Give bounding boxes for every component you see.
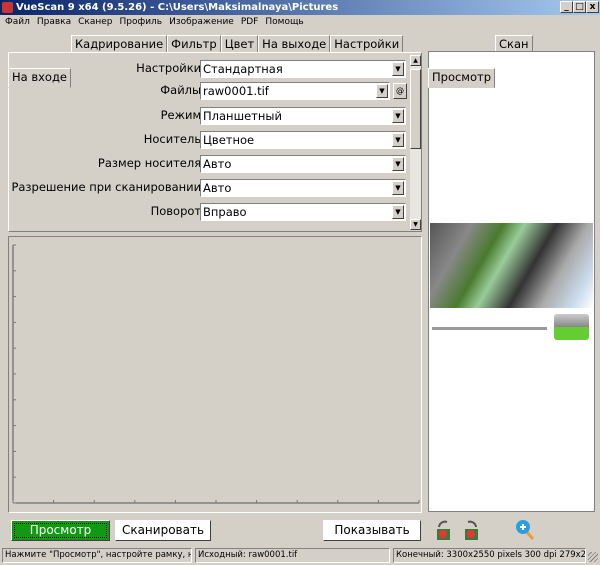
chevron-down-icon[interactable]: ▼ xyxy=(392,133,404,147)
scroll-down-icon[interactable]: ▼ xyxy=(410,219,421,230)
setting-row: Размер носителя: Авто ▼ xyxy=(9,155,414,173)
select-value: Стандартная xyxy=(203,62,283,76)
setting-label: Носитель: xyxy=(143,132,205,146)
settings-select[interactable]: Стандартная ▼ xyxy=(200,60,406,78)
select-value: Авто xyxy=(203,181,232,195)
chevron-down-icon[interactable]: ▼ xyxy=(392,181,404,195)
setting-row: Поворот: Вправо ▼ xyxy=(9,203,414,221)
vuescan-logo xyxy=(554,314,589,340)
settings-scrollbar[interactable]: ▲ ▼ xyxy=(410,55,421,230)
chevron-down-icon[interactable]: ▼ xyxy=(392,157,404,171)
zoom-in-icon[interactable] xyxy=(514,519,536,541)
status-hint: Нажмите "Просмотр", настройте рамку, наж… xyxy=(2,548,192,563)
rotate-right-icon[interactable] xyxy=(460,519,482,541)
scan-button[interactable]: Сканировать xyxy=(115,520,211,541)
select-value: Планшетный xyxy=(203,109,282,123)
preview-pane[interactable] xyxy=(428,51,595,512)
select-value: Вправо xyxy=(203,205,247,219)
status-output: Конечный: 3300x2550 pixels 300 dpi 279x2… xyxy=(393,548,586,563)
setting-label: Разрешение при сканировании: xyxy=(11,180,205,194)
status-source: Исходный: raw0001.tif xyxy=(195,548,390,563)
tab-output[interactable]: На выходе xyxy=(258,35,331,53)
resize-grip[interactable] xyxy=(588,552,598,562)
chevron-down-icon[interactable]: ▼ xyxy=(392,109,404,123)
scroll-up-icon[interactable]: ▲ xyxy=(410,55,421,66)
show-button[interactable]: Показывать xyxy=(323,520,421,541)
setting-row: Режим: Планшетный ▼ xyxy=(9,107,414,125)
menu-edit[interactable]: Правка xyxy=(37,15,71,29)
setting-row: Разрешение при сканировании: Авто ▼ xyxy=(9,179,414,197)
histogram-area xyxy=(8,236,422,513)
select-value: Цветное xyxy=(203,133,255,147)
menu-file[interactable]: Файл xyxy=(5,15,30,29)
files-select[interactable]: raw0001.tif ▼ xyxy=(200,82,390,100)
window-title: VueScan 9 x64 (9.5.26) - C:\Users\Maksim… xyxy=(16,2,339,13)
chevron-down-icon[interactable]: ▼ xyxy=(376,84,388,98)
tab-color[interactable]: Цвет xyxy=(220,35,259,53)
preview-button[interactable]: Просмотр xyxy=(11,520,110,541)
rotation-select[interactable]: Вправо ▼ xyxy=(200,203,406,221)
setting-label: Поворот: xyxy=(150,204,205,218)
menu-help[interactable]: Помощь xyxy=(265,15,303,29)
maximize-button[interactable]: □ xyxy=(573,1,586,13)
tab-filter[interactable]: Фильтр xyxy=(167,35,221,53)
mode-select[interactable]: Планшетный ▼ xyxy=(200,107,406,125)
tab-input[interactable]: На входе xyxy=(8,68,71,88)
minimize-button[interactable]: _ xyxy=(560,1,573,13)
tab-preview[interactable]: Просмотр xyxy=(428,68,496,88)
media-select[interactable]: Цветное ▼ xyxy=(200,131,406,149)
tab-prefs[interactable]: Настройки xyxy=(330,35,404,53)
chevron-down-icon[interactable]: ▼ xyxy=(392,205,404,219)
title-bar: VueScan 9 x64 (9.5.26) - C:\Users\Maksim… xyxy=(0,0,600,15)
setting-label: Размер носителя: xyxy=(97,156,205,170)
menu-profile[interactable]: Профиль xyxy=(120,15,163,29)
menu-pdf[interactable]: PDF xyxy=(241,15,259,29)
menu-image[interactable]: Изображение xyxy=(169,15,234,29)
rotate-left-icon[interactable] xyxy=(433,519,455,541)
setting-label: Режим: xyxy=(160,108,205,122)
select-value: raw0001.tif xyxy=(203,84,269,98)
preview-image-caption xyxy=(432,327,547,330)
menu-scanner[interactable]: Сканер xyxy=(78,15,112,29)
close-button[interactable]: x xyxy=(586,1,599,13)
setting-row: Носитель: Цветное ▼ xyxy=(9,131,414,149)
menu-bar: Файл Правка Сканер Профиль Изображение P… xyxy=(0,15,304,29)
tab-crop[interactable]: Кадрирование xyxy=(71,35,168,53)
files-options-button[interactable]: @ xyxy=(393,83,407,99)
select-value: Авто xyxy=(203,157,232,171)
scroll-thumb[interactable] xyxy=(410,69,421,149)
setting-label: Файлы: xyxy=(160,83,205,97)
chevron-down-icon[interactable]: ▼ xyxy=(392,62,404,76)
preview-image xyxy=(430,223,593,308)
resolution-select[interactable]: Авто ▼ xyxy=(200,179,406,197)
histogram-axes xyxy=(12,244,420,504)
media-size-select[interactable]: Авто ▼ xyxy=(200,155,406,173)
setting-label: Настройки: xyxy=(136,61,205,75)
app-icon xyxy=(2,2,13,13)
